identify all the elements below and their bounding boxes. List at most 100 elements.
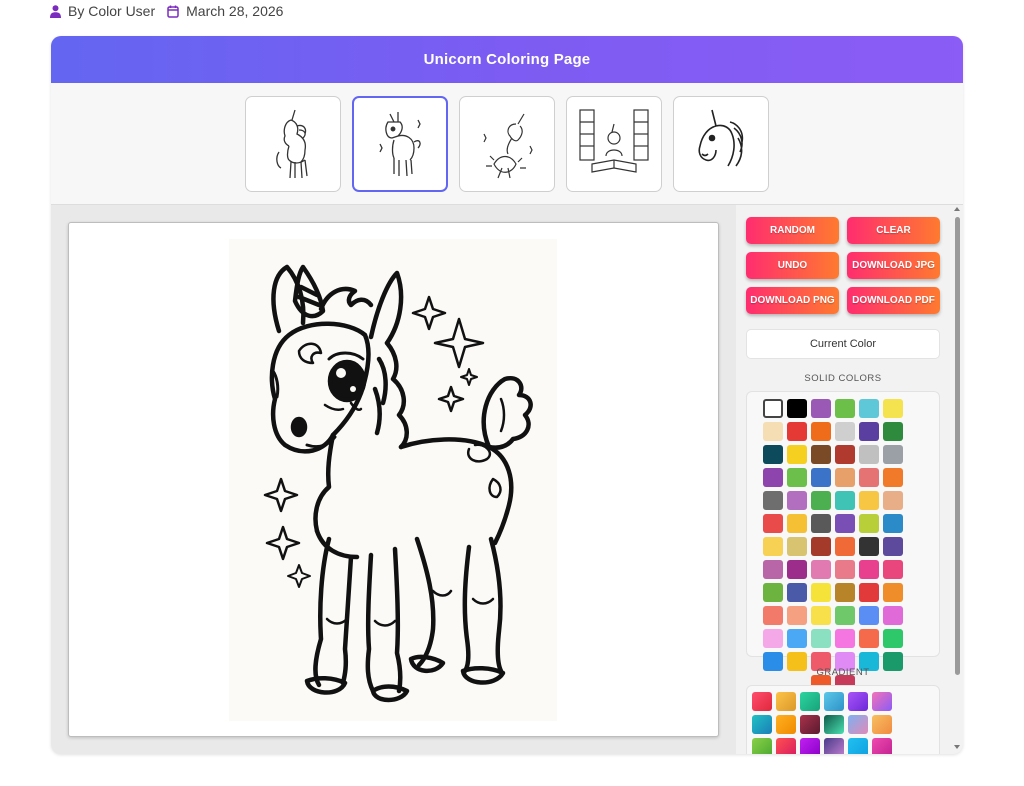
color-swatch[interactable] bbox=[811, 422, 831, 441]
gradient-swatch[interactable] bbox=[752, 692, 772, 711]
color-swatch[interactable] bbox=[763, 445, 783, 464]
color-swatch[interactable] bbox=[859, 583, 879, 602]
color-swatch[interactable] bbox=[787, 399, 807, 418]
color-swatch[interactable] bbox=[811, 537, 831, 556]
color-swatch[interactable] bbox=[763, 606, 783, 625]
color-swatch[interactable] bbox=[763, 629, 783, 648]
gradient-swatch[interactable] bbox=[776, 738, 796, 754]
color-swatch[interactable] bbox=[811, 560, 831, 579]
scrollbar-thumb[interactable] bbox=[955, 217, 960, 675]
color-swatch[interactable] bbox=[787, 491, 807, 510]
download-png-button[interactable]: DOWNLOAD PNG bbox=[746, 287, 839, 314]
color-swatch[interactable] bbox=[787, 422, 807, 441]
color-swatch[interactable] bbox=[835, 537, 855, 556]
color-swatch[interactable] bbox=[763, 537, 783, 556]
thumbnail-standing-unicorn[interactable] bbox=[245, 95, 341, 192]
color-swatch[interactable] bbox=[811, 606, 831, 625]
gradient-swatch[interactable] bbox=[776, 715, 796, 734]
color-swatch[interactable] bbox=[883, 491, 903, 510]
color-swatch[interactable] bbox=[859, 537, 879, 556]
color-swatch[interactable] bbox=[811, 514, 831, 533]
color-swatch[interactable] bbox=[787, 629, 807, 648]
gradient-swatch[interactable] bbox=[848, 715, 868, 734]
gradient-swatch[interactable] bbox=[872, 738, 892, 754]
color-swatch[interactable] bbox=[811, 491, 831, 510]
color-swatch[interactable] bbox=[835, 445, 855, 464]
gradient-swatch[interactable] bbox=[872, 715, 892, 734]
gradient-swatch[interactable] bbox=[776, 692, 796, 711]
gradient-swatch[interactable] bbox=[800, 738, 820, 754]
color-swatch[interactable] bbox=[787, 468, 807, 487]
thumbnail-baby-unicorn[interactable] bbox=[352, 95, 448, 192]
color-swatch[interactable] bbox=[859, 399, 879, 418]
thumbnail-unicorn-library[interactable] bbox=[566, 95, 662, 192]
random-button[interactable]: RANDOM bbox=[746, 217, 839, 244]
color-swatch[interactable] bbox=[811, 468, 831, 487]
color-swatch[interactable] bbox=[835, 606, 855, 625]
color-swatch[interactable] bbox=[787, 514, 807, 533]
color-swatch[interactable] bbox=[883, 606, 903, 625]
gradient-swatch[interactable] bbox=[800, 715, 820, 734]
coloring-image[interactable] bbox=[229, 239, 557, 721]
color-swatch[interactable] bbox=[763, 491, 783, 510]
color-swatch[interactable] bbox=[859, 491, 879, 510]
color-swatch[interactable] bbox=[859, 468, 879, 487]
gradient-swatch[interactable] bbox=[752, 738, 772, 754]
color-swatch[interactable] bbox=[883, 629, 903, 648]
color-swatch[interactable] bbox=[763, 422, 783, 441]
gradient-swatch[interactable] bbox=[824, 692, 844, 711]
panel-scrollbar[interactable] bbox=[952, 205, 963, 754]
color-swatch[interactable] bbox=[811, 583, 831, 602]
gradient-swatch[interactable] bbox=[848, 692, 868, 711]
color-swatch[interactable] bbox=[859, 514, 879, 533]
color-swatch[interactable] bbox=[859, 445, 879, 464]
gradient-swatch[interactable] bbox=[848, 738, 868, 754]
color-swatch[interactable] bbox=[811, 445, 831, 464]
color-swatch[interactable] bbox=[763, 514, 783, 533]
color-swatch[interactable] bbox=[835, 468, 855, 487]
color-swatch[interactable] bbox=[835, 629, 855, 648]
color-swatch[interactable] bbox=[859, 422, 879, 441]
color-swatch[interactable] bbox=[835, 560, 855, 579]
download-pdf-button[interactable]: DOWNLOAD PDF bbox=[847, 287, 940, 314]
color-swatch[interactable] bbox=[835, 491, 855, 510]
color-swatch[interactable] bbox=[883, 583, 903, 602]
color-swatch[interactable] bbox=[835, 514, 855, 533]
color-swatch[interactable] bbox=[811, 629, 831, 648]
gradient-swatch[interactable] bbox=[800, 692, 820, 711]
color-swatch[interactable] bbox=[883, 560, 903, 579]
gradient-swatch[interactable] bbox=[824, 715, 844, 734]
thumbnail-unicorn-head[interactable] bbox=[673, 95, 769, 192]
clear-button[interactable]: CLEAR bbox=[847, 217, 940, 244]
color-swatch[interactable] bbox=[787, 583, 807, 602]
gradient-swatch[interactable] bbox=[872, 692, 892, 711]
color-swatch[interactable] bbox=[859, 606, 879, 625]
color-swatch[interactable] bbox=[883, 537, 903, 556]
color-swatch[interactable] bbox=[811, 399, 831, 418]
scroll-down-icon[interactable] bbox=[954, 745, 960, 749]
color-swatch[interactable] bbox=[883, 468, 903, 487]
thumbnail-unicorn-with-flowers[interactable] bbox=[459, 95, 555, 192]
color-swatch[interactable] bbox=[763, 468, 783, 487]
color-swatch[interactable] bbox=[883, 422, 903, 441]
color-swatch[interactable] bbox=[859, 629, 879, 648]
coloring-canvas[interactable] bbox=[68, 222, 719, 737]
download-jpg-button[interactable]: DOWNLOAD JPG bbox=[847, 252, 940, 279]
color-swatch[interactable] bbox=[883, 514, 903, 533]
baby-unicorn-drawing[interactable] bbox=[229, 239, 557, 721]
color-swatch[interactable] bbox=[763, 399, 783, 418]
color-swatch[interactable] bbox=[787, 537, 807, 556]
color-swatch[interactable] bbox=[787, 445, 807, 464]
color-swatch[interactable] bbox=[835, 583, 855, 602]
gradient-swatch[interactable] bbox=[824, 738, 844, 754]
color-swatch[interactable] bbox=[787, 560, 807, 579]
color-swatch[interactable] bbox=[883, 445, 903, 464]
color-swatch[interactable] bbox=[835, 399, 855, 418]
undo-button[interactable]: UNDO bbox=[746, 252, 839, 279]
color-swatch[interactable] bbox=[787, 606, 807, 625]
color-swatch[interactable] bbox=[859, 560, 879, 579]
color-swatch[interactable] bbox=[883, 399, 903, 418]
gradient-swatch[interactable] bbox=[752, 715, 772, 734]
color-swatch[interactable] bbox=[835, 422, 855, 441]
color-swatch[interactable] bbox=[763, 583, 783, 602]
